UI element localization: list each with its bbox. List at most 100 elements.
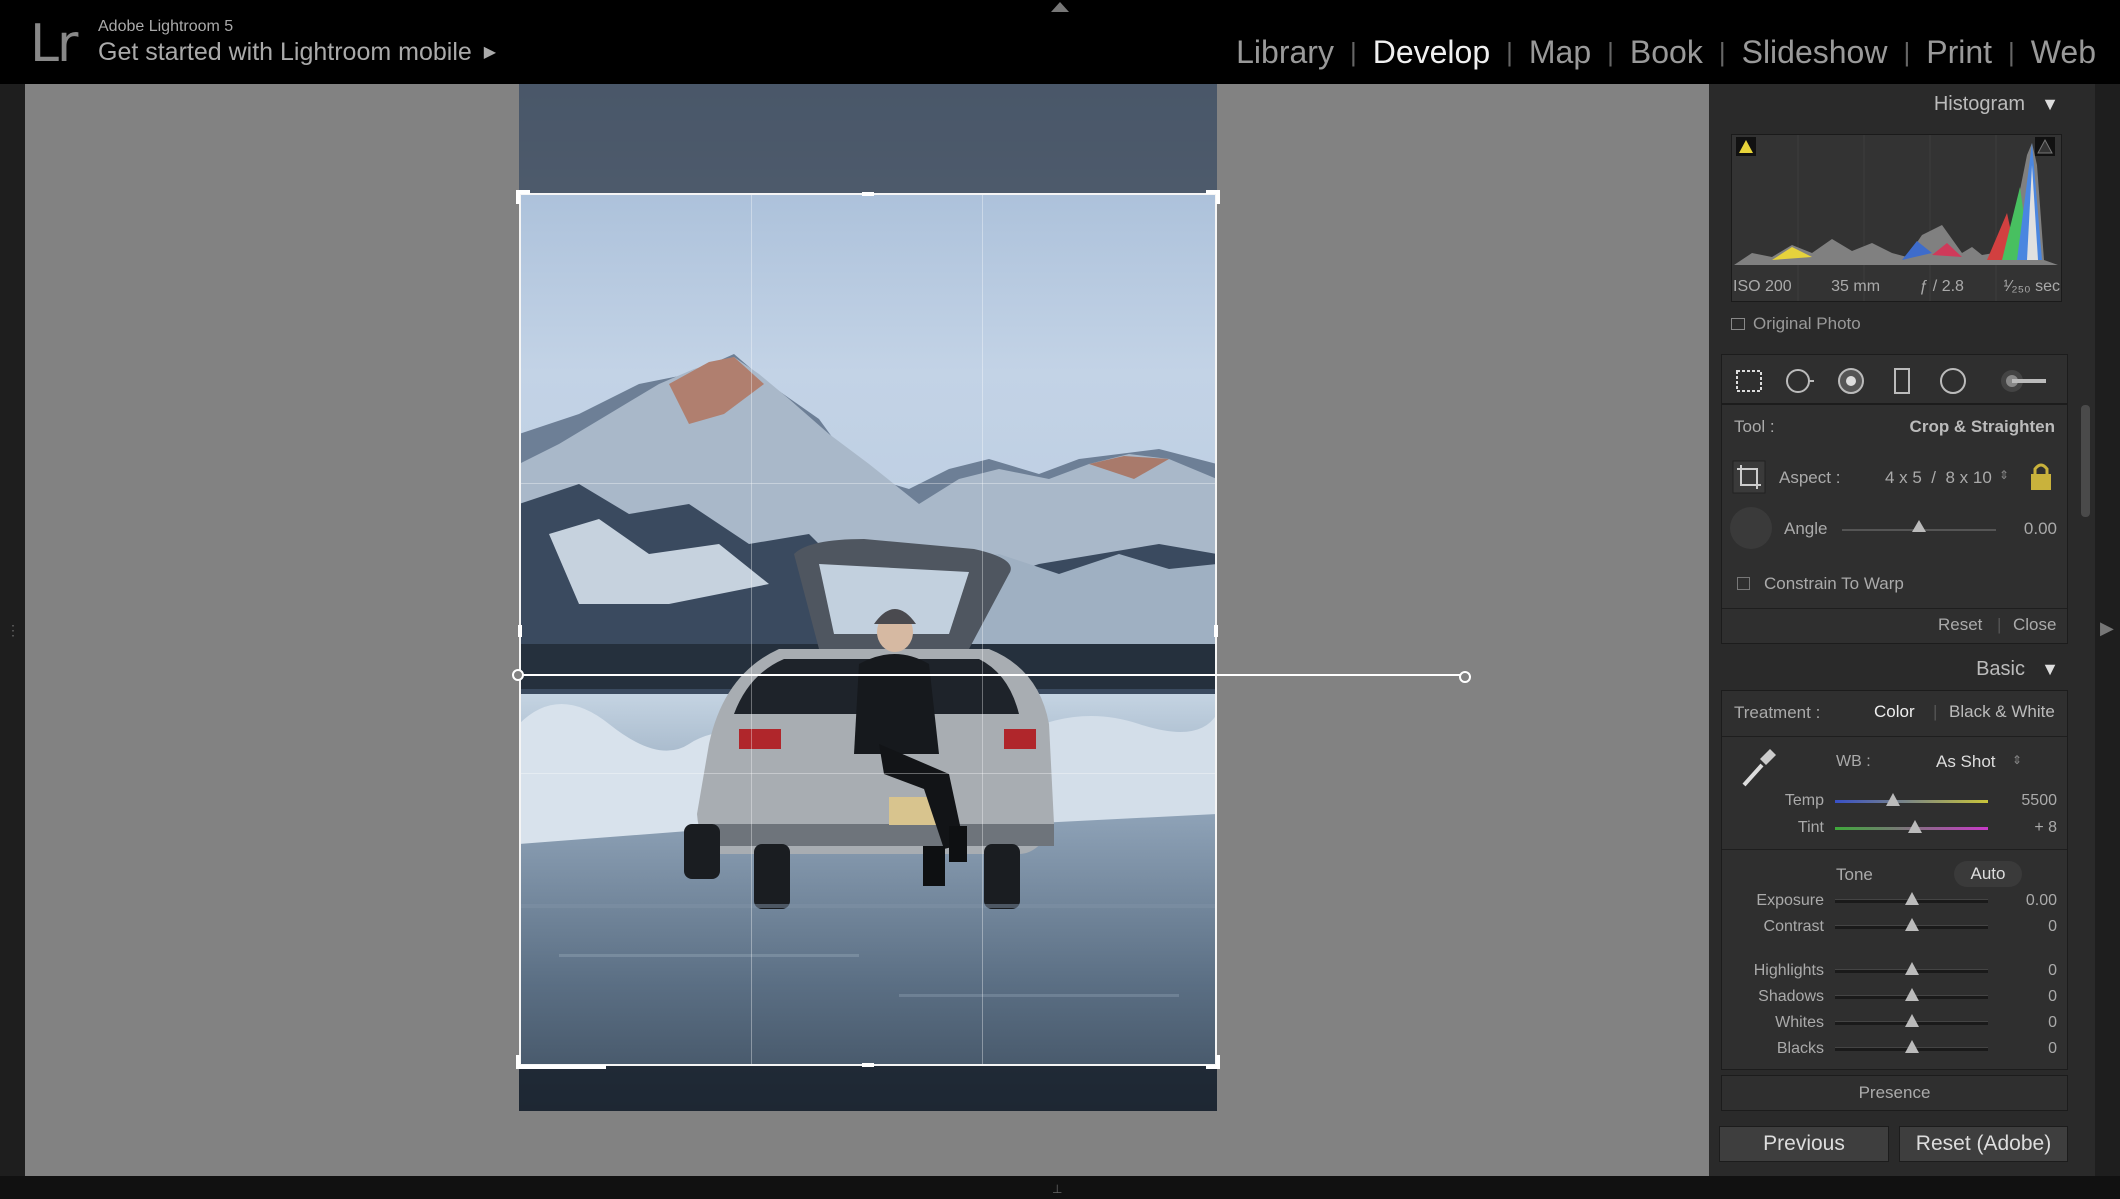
aspect-stepper-icon[interactable]: ⇕: [1999, 468, 2009, 482]
module-slideshow[interactable]: Slideshow: [1736, 34, 1894, 71]
spot-removal-icon[interactable]: [1785, 367, 1815, 395]
wb-dropdown[interactable]: As Shot: [1936, 752, 1996, 772]
crop-handle-bottom-right[interactable]: [1206, 1055, 1220, 1069]
contrast-label: Contrast: [1763, 918, 1824, 935]
reset-adobe-button[interactable]: Reset (Adobe): [1899, 1126, 2068, 1162]
basic-title: Basic: [1976, 658, 2025, 680]
collapse-triangle-icon: ▼: [2041, 94, 2059, 114]
exposure-slider-knob[interactable]: [1904, 892, 1919, 905]
lightroom-logo: Lr: [30, 14, 78, 74]
exposure-value[interactable]: 0.00: [1997, 892, 2057, 910]
whites-value[interactable]: 0: [1997, 1014, 2057, 1032]
tool-strip: [1721, 354, 2068, 404]
previous-button[interactable]: Previous: [1719, 1126, 1889, 1162]
crop-overlay-icon[interactable]: [1734, 367, 1764, 395]
graduated-filter-icon[interactable]: [1887, 367, 1917, 395]
crop-tool-icon[interactable]: [1732, 460, 1766, 494]
expand-filmstrip-icon[interactable]: ⊥: [1052, 1182, 1062, 1196]
top-bar: Lr Adobe Lightroom 5 Get started with Li…: [0, 0, 2120, 84]
contrast-slider-knob[interactable]: [1904, 918, 1919, 931]
crop-handle-top-left[interactable]: [516, 190, 530, 204]
tool-label: Tool :: [1734, 417, 1775, 436]
highlights-value[interactable]: 0: [1997, 962, 2057, 980]
exif-info: ISO 200 35 mm ƒ / 2.8 ¹⁄₂₅₀ sec: [1733, 278, 2060, 296]
crop-grid-line: [521, 483, 1215, 484]
crop-mask-top: [519, 84, 1217, 193]
histogram-curves: [1734, 135, 2058, 301]
crop-rectangle[interactable]: [516, 190, 1220, 1069]
whites-slider-knob[interactable]: [1904, 1014, 1919, 1027]
presence-section[interactable]: Presence: [1721, 1075, 2068, 1111]
lightroom-mobile-link[interactable]: Get started with Lightroom mobile ▶: [98, 38, 496, 67]
wb-stepper-icon[interactable]: ⇕: [2012, 753, 2022, 767]
tone-label: Tone: [1836, 865, 1873, 884]
adjustment-brush-icon[interactable]: [1998, 367, 2050, 395]
straighten-tool-icon[interactable]: [1730, 507, 1772, 549]
module-map[interactable]: Map: [1523, 34, 1597, 71]
crop-handle-right[interactable]: [1214, 625, 1218, 637]
original-photo-toggle[interactable]: Original Photo: [1731, 314, 1861, 334]
shadows-slider-knob[interactable]: [1904, 988, 1919, 1001]
straighten-guide-line[interactable]: [518, 674, 1465, 676]
module-develop[interactable]: Develop: [1367, 34, 1496, 71]
crop-handle-left[interactable]: [518, 625, 522, 637]
histogram-header[interactable]: Histogram ▼: [1709, 84, 2075, 124]
constrain-to-warp-checkbox[interactable]: [1737, 577, 1750, 590]
tool-value: Crop & Straighten: [1909, 417, 2055, 436]
crop-reset-button[interactable]: Reset: [1938, 615, 1982, 635]
highlights-slider-knob[interactable]: [1904, 962, 1919, 975]
collapse-right-panel-icon[interactable]: ▶: [2100, 618, 2114, 639]
expand-left-panel-icon[interactable]: ⋮: [6, 622, 20, 639]
right-panel-scrollbar[interactable]: [2081, 405, 2090, 517]
module-library[interactable]: Library: [1230, 34, 1340, 71]
collapse-top-panel-icon[interactable]: [1051, 2, 1069, 12]
module-picker: Library | Develop | Map | Book | Slidesh…: [1230, 34, 2102, 71]
temp-label: Temp: [1784, 792, 1824, 809]
shutter-value: ¹⁄₂₅₀ sec: [2003, 278, 2060, 295]
crop-grid-line: [751, 195, 752, 1064]
wb-eyedropper-icon[interactable]: [1734, 743, 1782, 793]
module-web[interactable]: Web: [2025, 34, 2102, 71]
histogram-graph[interactable]: [1731, 134, 2062, 302]
tint-slider-knob[interactable]: [1907, 820, 1922, 833]
crop-close-button[interactable]: Close: [2013, 615, 2056, 635]
highlights-label: Highlights: [1753, 962, 1824, 979]
module-print[interactable]: Print: [1920, 34, 1998, 71]
temp-value[interactable]: 5500: [1997, 792, 2057, 810]
iso-value: ISO 200: [1733, 278, 1792, 295]
temp-slider-track[interactable]: [1835, 800, 1988, 803]
red-eye-icon[interactable]: [1836, 367, 1866, 395]
crop-mask-bottom: [519, 1066, 1217, 1111]
straighten-start-handle[interactable]: [512, 669, 524, 681]
blacks-value[interactable]: 0: [1997, 1040, 2057, 1058]
shadow-clipping-indicator[interactable]: [1736, 137, 1756, 156]
basic-header[interactable]: Basic ▼: [1709, 649, 2075, 689]
button-divider: |: [1997, 615, 2002, 634]
treatment-color-button[interactable]: Color: [1874, 702, 1915, 722]
temp-slider-knob[interactable]: [1886, 793, 1901, 806]
crop-handle-bottom-left[interactable]: [516, 1055, 606, 1069]
constrain-to-warp-label: Constrain To Warp: [1764, 574, 1904, 593]
module-book[interactable]: Book: [1624, 34, 1709, 71]
aspect-lock-icon[interactable]: [2028, 460, 2054, 492]
highlight-clipping-indicator[interactable]: [2035, 137, 2055, 156]
crop-handle-bottom[interactable]: [862, 1063, 874, 1067]
auto-tone-button[interactable]: Auto: [1954, 861, 2022, 887]
contrast-value[interactable]: 0: [1997, 918, 2057, 936]
histogram-title: Histogram: [1933, 93, 2025, 115]
radial-filter-icon[interactable]: [1938, 367, 1968, 395]
crop-handle-top[interactable]: [862, 192, 874, 196]
shadows-value[interactable]: 0: [1997, 988, 2057, 1006]
treatment-label: Treatment :: [1734, 703, 1821, 722]
blacks-slider-knob[interactable]: [1904, 1040, 1919, 1053]
straighten-end-handle[interactable]: [1459, 671, 1471, 683]
original-photo-checkbox[interactable]: [1731, 318, 1745, 330]
tint-value[interactable]: + 8: [1997, 819, 2057, 837]
collapse-triangle-icon: ▼: [2041, 659, 2059, 679]
angle-value[interactable]: 0.00: [2024, 519, 2057, 539]
mobile-prompt-label: Get started with Lightroom mobile: [98, 38, 472, 66]
angle-slider-knob[interactable]: [1912, 520, 1926, 532]
aspect-dropdown[interactable]: 4 x 5 / 8 x 10: [1885, 468, 1992, 488]
treatment-bw-button[interactable]: Black & White: [1949, 702, 2055, 722]
crop-handle-top-right[interactable]: [1206, 190, 1220, 204]
